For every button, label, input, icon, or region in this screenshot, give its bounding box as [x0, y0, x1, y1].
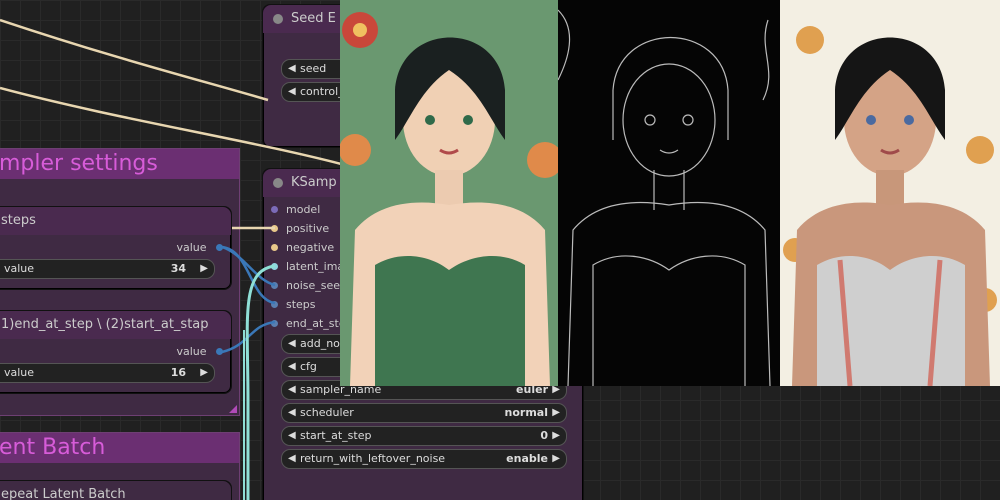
group-title[interactable]: ent Batch [0, 433, 239, 463]
node-title-text: KSamp [291, 175, 337, 190]
widget-label: seed [300, 62, 327, 75]
input-slot-noise-seed[interactable]: noise_seed [271, 279, 347, 293]
start-at-step-widget[interactable]: ◀ start_at_step 0 ▶ [281, 426, 567, 446]
decrement-arrow-icon[interactable]: ◀ [288, 427, 296, 445]
collapse-dot-icon[interactable] [273, 178, 283, 188]
link-cream-1 [0, 18, 269, 102]
end-at-step-node[interactable]: 1)end_at_step \ (2)start_at_stap value v… [0, 310, 232, 394]
slot-label: negative [286, 241, 335, 254]
input-slot-steps[interactable]: steps [271, 298, 316, 312]
decrement-arrow-icon[interactable]: ◀ [288, 335, 296, 353]
input-dot-icon[interactable] [271, 319, 278, 327]
input-slot-model[interactable]: model [271, 203, 320, 217]
portrait-illustration-white-dress-icon [780, 0, 1000, 386]
node-title[interactable]: epeat Latent Batch [0, 481, 231, 500]
widget-label: cfg [300, 360, 317, 373]
portrait-illustration-green-dress-icon [340, 0, 558, 386]
widget-label: start_at_step [300, 429, 372, 442]
widget-value: normal [504, 406, 548, 419]
widget-value: 16 [170, 366, 186, 379]
decrement-arrow-icon[interactable]: ◀ [288, 60, 296, 78]
group-resize-handle[interactable] [229, 405, 237, 413]
output-label: value [176, 241, 207, 254]
node-title[interactable]: steps [0, 207, 231, 235]
input-dot-icon[interactable] [271, 243, 278, 251]
preview-image-1[interactable] [340, 0, 558, 386]
decrement-arrow-icon[interactable]: ◀ [288, 358, 296, 376]
preview-image-2[interactable] [558, 0, 780, 386]
slot-label: positive [286, 222, 330, 235]
node-graph-canvas[interactable]: mpler settings steps value value 34 ▶ 1)… [0, 0, 1000, 500]
slot-label: steps [286, 298, 316, 311]
decrement-arrow-icon[interactable]: ◀ [288, 450, 296, 468]
slot-label: model [286, 203, 321, 216]
widget-label: return_with_leftover_noise [300, 452, 446, 465]
decrement-arrow-icon[interactable]: ◀ [288, 404, 296, 422]
input-slot-negative[interactable]: negative [271, 241, 334, 255]
increment-arrow-icon[interactable]: ▶ [552, 404, 560, 422]
collapse-dot-icon[interactable] [273, 14, 283, 24]
increment-arrow-icon[interactable]: ▶ [200, 364, 208, 382]
group-title[interactable]: mpler settings [0, 149, 239, 179]
return-with-leftover-noise-widget[interactable]: ◀ return_with_leftover_noise enable ▶ [281, 449, 567, 469]
increment-arrow-icon[interactable]: ▶ [552, 427, 560, 445]
widget-label: scheduler [300, 406, 354, 419]
value-widget[interactable]: value 16 ▶ [0, 363, 215, 383]
preview-image-3[interactable] [780, 0, 1000, 386]
input-dot-icon[interactable] [271, 205, 278, 213]
output-label: value [176, 345, 207, 358]
decrement-arrow-icon[interactable]: ◀ [288, 381, 296, 399]
widget-value: enable [506, 452, 548, 465]
decrement-arrow-icon[interactable]: ◀ [288, 83, 296, 101]
increment-arrow-icon[interactable]: ▶ [552, 450, 560, 468]
repeat-latent-batch-node[interactable]: epeat Latent Batch [0, 480, 232, 500]
scheduler-widget[interactable]: ◀ scheduler normal ▶ [281, 403, 567, 423]
value-widget[interactable]: value 34 ▶ [0, 259, 215, 279]
widget-label: value [4, 366, 35, 379]
input-dot-icon[interactable] [271, 300, 278, 308]
output-dot-icon[interactable] [216, 243, 223, 251]
steps-node[interactable]: steps value value 34 ▶ [0, 206, 232, 290]
increment-arrow-icon[interactable]: ▶ [200, 260, 208, 278]
slot-label: noise_seed [286, 279, 348, 292]
input-dot-icon[interactable] [271, 262, 278, 270]
output-dot-icon[interactable] [216, 347, 223, 355]
input-slot-end-at-step[interactable]: end_at_ste [271, 317, 346, 331]
slot-label: end_at_ste [286, 317, 346, 330]
node-title[interactable]: 1)end_at_step \ (2)start_at_stap [0, 311, 231, 339]
input-dot-icon[interactable] [271, 224, 278, 232]
widget-label: value [4, 262, 35, 275]
widget-value: 0 [540, 429, 548, 442]
output-slot-value[interactable]: value [176, 345, 223, 359]
widget-label: add_noi [300, 337, 343, 350]
output-slot-value[interactable]: value [176, 241, 223, 255]
node-title-text: Seed E [291, 11, 336, 26]
widget-value: 34 [170, 262, 186, 275]
widget-label: control_ [300, 85, 344, 98]
input-slot-positive[interactable]: positive [271, 222, 329, 236]
input-dot-icon[interactable] [271, 281, 278, 289]
portrait-lineart-black-icon [558, 0, 780, 386]
